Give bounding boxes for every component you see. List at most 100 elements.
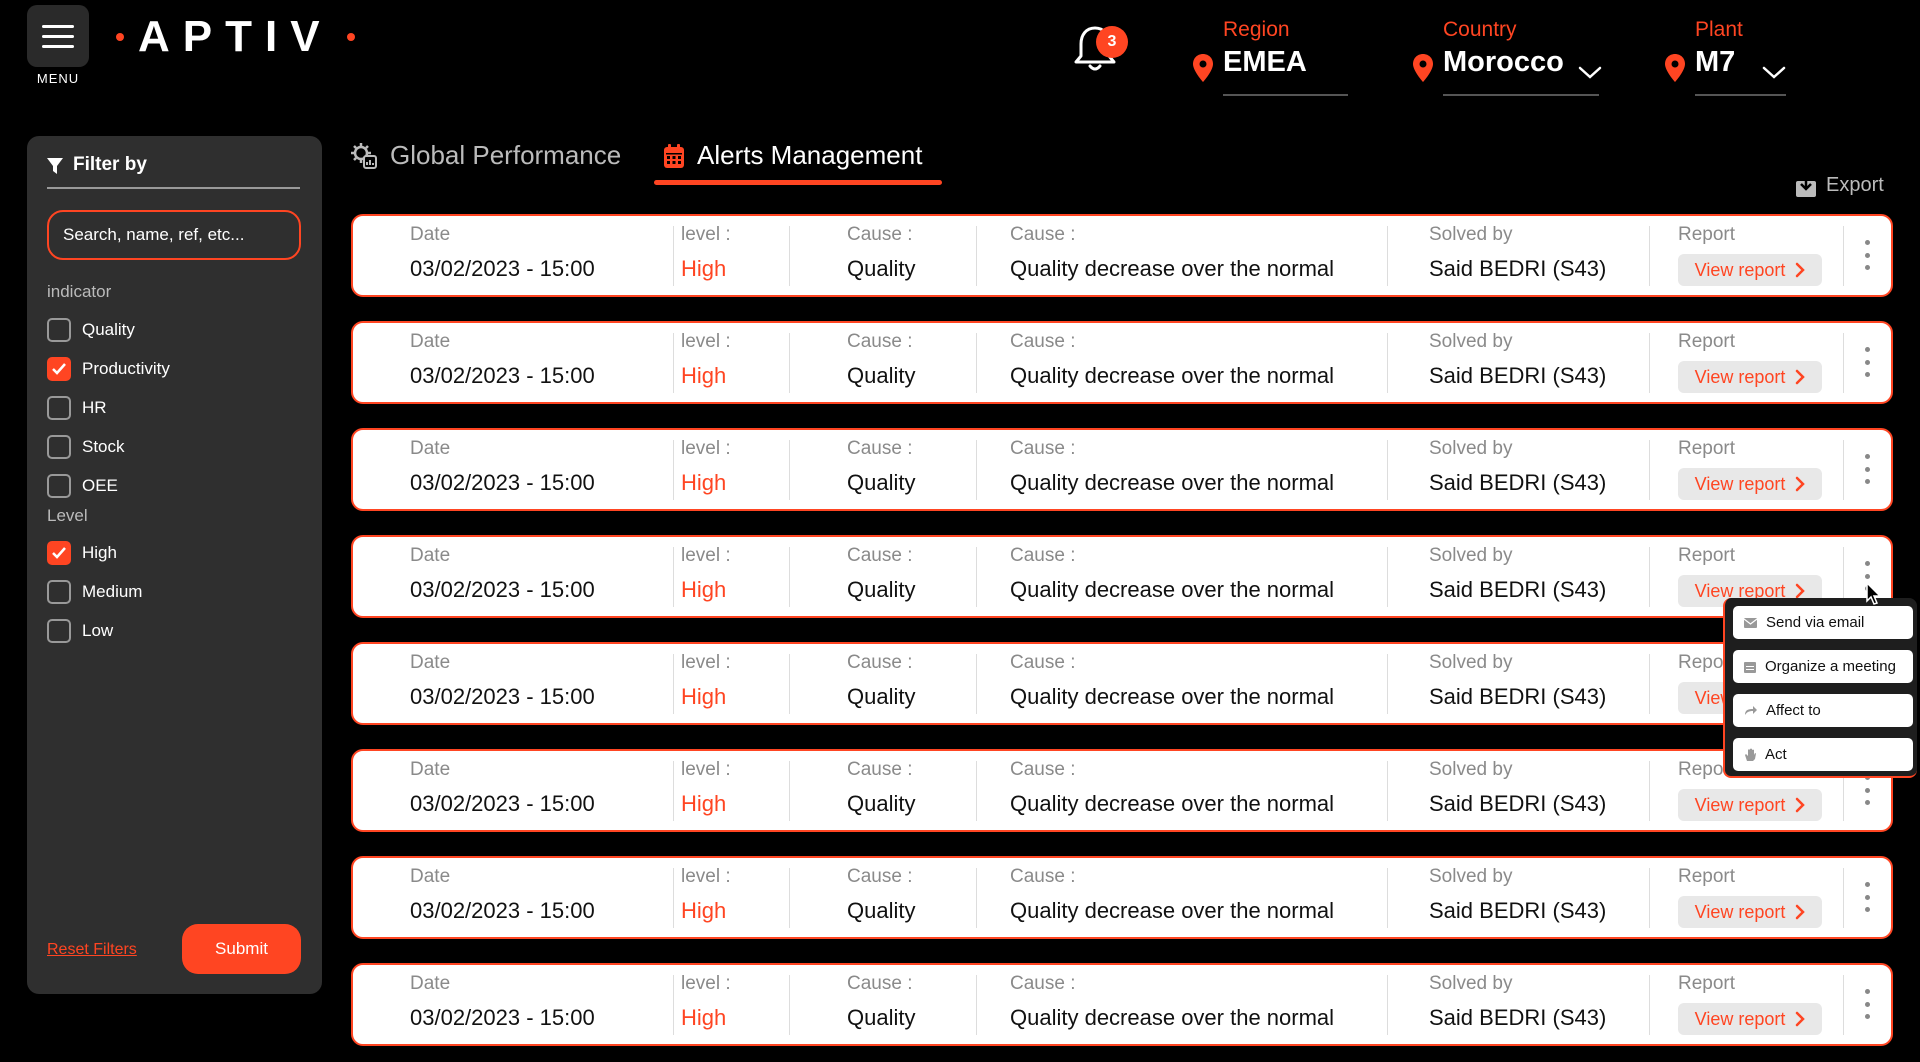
checkbox-productivity[interactable]: Productivity xyxy=(47,357,170,381)
date-label: Date xyxy=(410,438,451,459)
cause-detail-value: Quality decrease over the normal xyxy=(1010,363,1335,388)
view-report-button[interactable]: View report xyxy=(1678,1003,1822,1035)
cause-detail-value: Quality decrease over the normal xyxy=(1010,898,1335,923)
menu-item-affect-to[interactable]: Affect to xyxy=(1733,694,1913,727)
report-label: Report xyxy=(1678,224,1736,245)
submit-button[interactable]: Submit xyxy=(182,924,301,974)
more-options-icon[interactable] xyxy=(1863,240,1871,270)
cause-detail-value: Quality decrease over the normal xyxy=(1010,470,1335,495)
cause-label: Cause : xyxy=(847,866,913,887)
solved-by-label: Solved by xyxy=(1429,331,1513,352)
cause-value: Quality xyxy=(847,1005,916,1030)
cause-value: Quality xyxy=(847,898,916,923)
menu-item-send-email[interactable]: Send via email xyxy=(1733,606,1913,639)
tab-alerts-management[interactable]: Alerts Management xyxy=(663,140,922,171)
checkbox-box[interactable] xyxy=(47,474,71,498)
view-report-button[interactable]: View report xyxy=(1678,254,1822,286)
more-options-icon[interactable] xyxy=(1863,454,1871,484)
cause-value: Quality xyxy=(847,256,916,281)
plant-selector[interactable]: Plant M7 xyxy=(1665,18,1786,96)
more-options-icon[interactable] xyxy=(1863,989,1871,1019)
view-report-button[interactable]: View report xyxy=(1678,361,1822,393)
menu-item-organize-meeting[interactable]: Organize a meeting xyxy=(1733,650,1913,683)
cause-detail-label: Cause : xyxy=(1010,973,1076,994)
level-value: High xyxy=(681,470,727,495)
solved-by-label: Solved by xyxy=(1429,224,1513,245)
checkbox-oee[interactable]: OEE xyxy=(47,474,118,498)
checkbox-box[interactable] xyxy=(47,435,71,459)
location-pin-icon xyxy=(1413,54,1433,82)
view-report-button[interactable]: View report xyxy=(1678,789,1822,821)
level-value: High xyxy=(681,791,727,816)
checkbox-box[interactable] xyxy=(47,541,71,565)
checkbox-quality[interactable]: Quality xyxy=(47,318,135,342)
checkbox-medium[interactable]: Medium xyxy=(47,580,142,604)
country-selector[interactable]: Country Morocco xyxy=(1413,18,1602,96)
date-value: 03/02/2023 - 15:00 xyxy=(410,898,595,923)
view-report-button[interactable]: View report xyxy=(1678,468,1822,500)
alert-row: Date 03/02/2023 - 15:00 level : High Cau… xyxy=(351,856,1893,939)
date-label: Date xyxy=(410,224,451,245)
export-button[interactable]: Export xyxy=(1796,174,1884,197)
checkbox-box[interactable] xyxy=(47,357,71,381)
checkbox-stock[interactable]: Stock xyxy=(47,435,125,459)
solved-by-label: Solved by xyxy=(1429,866,1513,887)
region-selector[interactable]: Region EMEA xyxy=(1193,18,1348,96)
menu-item-act[interactable]: Act xyxy=(1733,738,1913,771)
report-label: Report xyxy=(1678,973,1736,994)
tab-global-performance[interactable]: Global Performance xyxy=(350,140,621,171)
cause-label: Cause : xyxy=(847,438,913,459)
chevron-down-icon[interactable] xyxy=(1761,62,1787,82)
checkbox-high[interactable]: High xyxy=(47,541,117,565)
date-label: Date xyxy=(410,973,451,994)
checkbox-box[interactable] xyxy=(47,619,71,643)
alert-row: Date 03/02/2023 - 15:00 level : High Cau… xyxy=(351,214,1893,297)
cause-label: Cause : xyxy=(847,224,913,245)
alert-row: Date 03/02/2023 - 15:00 level : High Cau… xyxy=(351,749,1893,832)
view-report-button[interactable]: View report xyxy=(1678,896,1822,928)
solved-by-value: Said BEDRI (S43) xyxy=(1429,684,1607,709)
date-value: 03/02/2023 - 15:00 xyxy=(410,363,595,388)
checkbox-box[interactable] xyxy=(47,318,71,342)
chevron-right-icon xyxy=(1796,583,1806,599)
level-label: level : xyxy=(681,759,731,780)
search-input[interactable] xyxy=(47,210,301,260)
checkbox-box[interactable] xyxy=(47,396,71,420)
date-label: Date xyxy=(410,866,451,887)
level-value: High xyxy=(681,363,727,388)
date-label: Date xyxy=(410,331,451,352)
cause-label: Cause : xyxy=(847,759,913,780)
active-tab-indicator xyxy=(654,180,942,185)
level-label: level : xyxy=(681,866,731,887)
more-options-icon[interactable] xyxy=(1863,882,1871,912)
cause-detail-value: Quality decrease over the normal xyxy=(1010,1005,1335,1030)
aptiv-logo: APTIV xyxy=(116,12,355,61)
level-label: level : xyxy=(681,652,731,673)
more-options-icon[interactable] xyxy=(1863,347,1871,377)
level-value: High xyxy=(681,256,727,281)
cause-detail-value: Quality decrease over the normal xyxy=(1010,791,1335,816)
checkbox-hr[interactable]: HR xyxy=(47,396,107,420)
chevron-right-icon xyxy=(1796,262,1806,278)
date-value: 03/02/2023 - 15:00 xyxy=(410,256,595,281)
notification-badge: 3 xyxy=(1096,26,1128,58)
chevron-down-icon[interactable] xyxy=(1577,62,1603,82)
menu-button[interactable] xyxy=(27,5,89,67)
check-icon xyxy=(52,363,66,375)
date-label: Date xyxy=(410,545,451,566)
solved-by-value: Said BEDRI (S43) xyxy=(1429,898,1607,923)
checkbox-low[interactable]: Low xyxy=(47,619,113,643)
report-label: Report xyxy=(1678,438,1736,459)
hamburger-icon xyxy=(42,24,74,28)
cause-value: Quality xyxy=(847,577,916,602)
level-label: Level xyxy=(47,506,88,525)
alert-row: Date 03/02/2023 - 15:00 level : High Cau… xyxy=(351,963,1893,1046)
cause-label: Cause : xyxy=(847,652,913,673)
more-options-icon[interactable] xyxy=(1863,775,1871,805)
location-pin-icon xyxy=(1193,54,1213,82)
calendar-icon xyxy=(664,143,684,168)
mouse-cursor-icon xyxy=(1866,582,1882,605)
level-label: level : xyxy=(681,331,731,352)
reset-filters-link[interactable]: Reset Filters xyxy=(47,941,137,959)
checkbox-box[interactable] xyxy=(47,580,71,604)
